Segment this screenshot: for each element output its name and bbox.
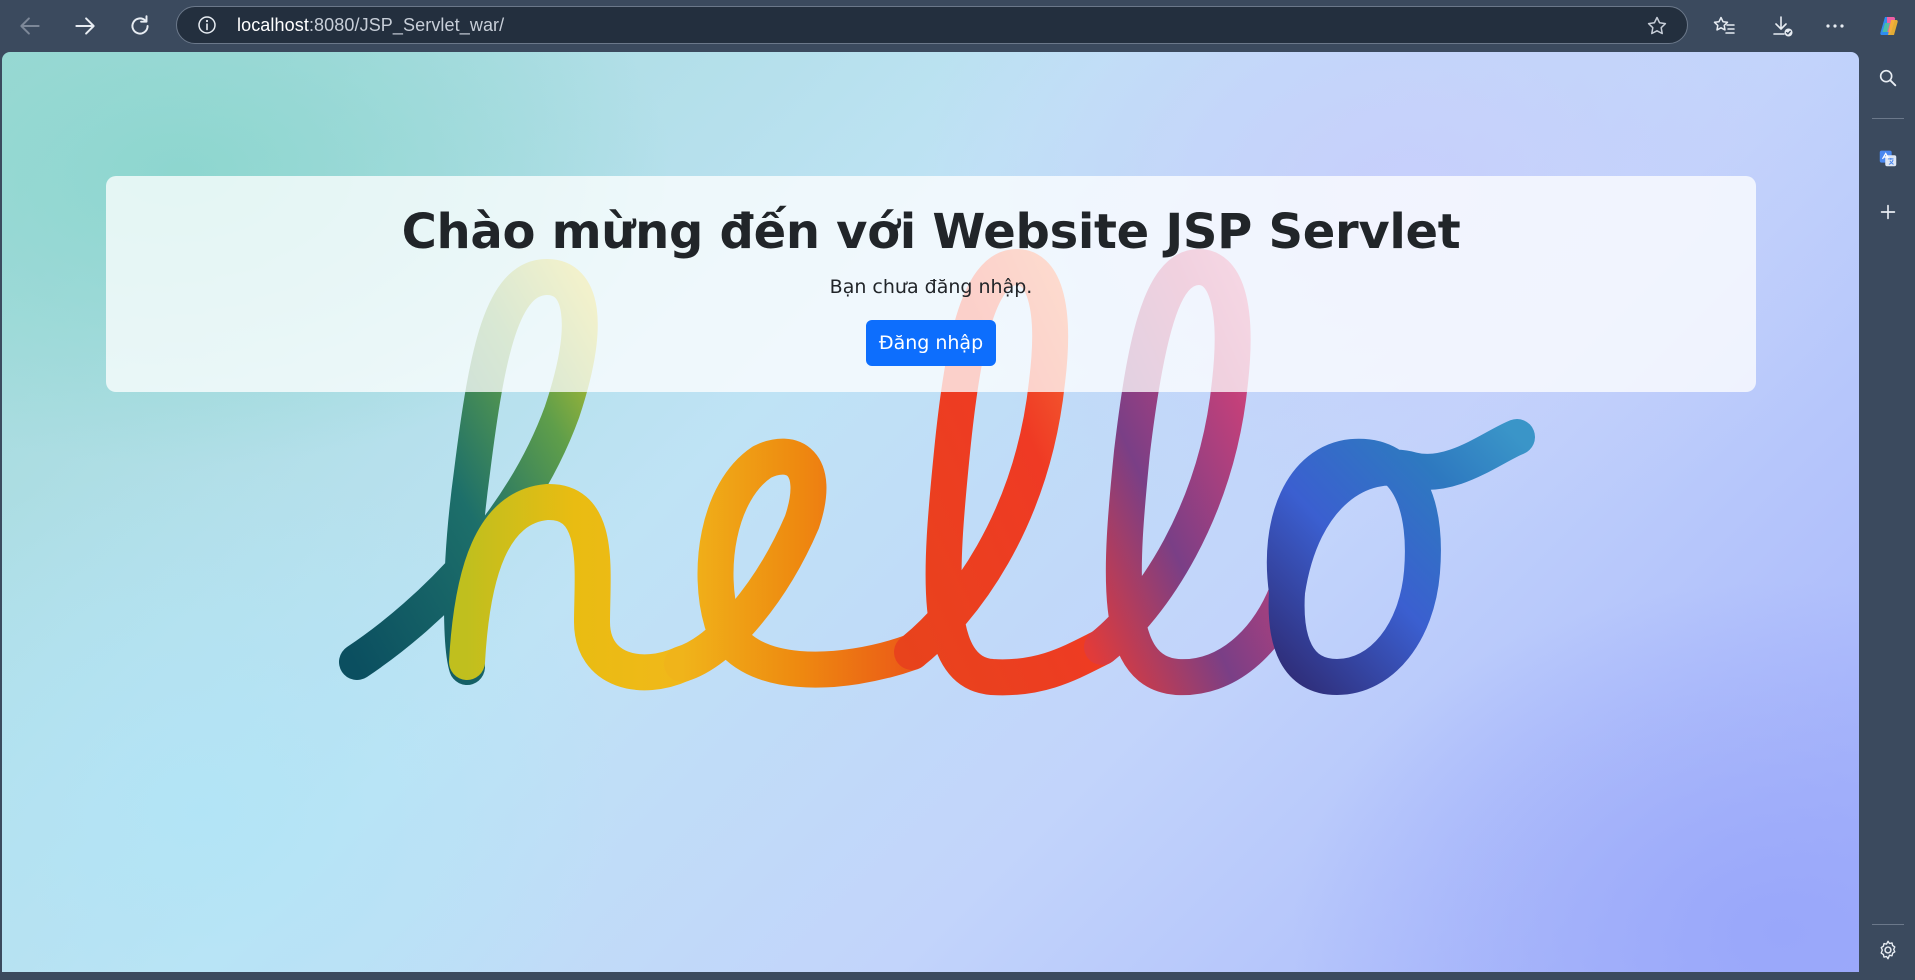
address-bar[interactable]: localhost:8080/JSP_Servlet_war/ [176, 6, 1688, 44]
sidebar-divider [1872, 118, 1904, 119]
sidebar-search-button[interactable] [1872, 62, 1904, 94]
sidebar-translate-button[interactable] [1872, 142, 1904, 174]
refresh-icon [131, 15, 149, 35]
sidebar-settings-button[interactable] [1872, 934, 1904, 966]
site-info-icon[interactable] [197, 15, 217, 35]
back-arrow-icon [20, 17, 40, 35]
sidebar-divider-bottom [1872, 924, 1904, 925]
forward-button[interactable] [65, 8, 105, 44]
favorite-star-icon[interactable] [1645, 14, 1669, 38]
more-options-icon [1826, 24, 1844, 28]
copilot-icon [1880, 17, 1898, 35]
back-button[interactable] [10, 8, 50, 44]
add-icon [1880, 204, 1896, 220]
url-path: :8080/JSP_Servlet_war/ [308, 15, 505, 35]
page-viewport: Chào mừng đến với Website JSP Servlet Bạ… [2, 52, 1859, 972]
url-host: localhost [237, 15, 309, 35]
welcome-card: Chào mừng đến với Website JSP Servlet Bạ… [106, 176, 1756, 392]
sidebar-add-button[interactable] [1872, 196, 1904, 228]
browser-sidebar [1860, 52, 1915, 980]
search-icon [1879, 69, 1897, 87]
favorites-icon [1713, 16, 1735, 34]
favorites-button[interactable] [1707, 10, 1741, 42]
translate-icon [1879, 150, 1897, 167]
forward-arrow-icon [75, 17, 95, 35]
downloads-button[interactable] [1765, 10, 1799, 42]
url-text[interactable]: localhost:8080/JSP_Servlet_war/ [237, 15, 504, 36]
downloads-icon [1773, 16, 1793, 37]
settings-gear-icon [1880, 940, 1896, 960]
copilot-button[interactable] [1872, 10, 1906, 42]
login-button[interactable]: Đăng nhập [866, 320, 996, 366]
refresh-button[interactable] [120, 8, 160, 44]
page-title: Chào mừng đến với Website JSP Servlet [401, 204, 1461, 260]
more-options-button[interactable] [1818, 10, 1852, 42]
browser-toolbar: localhost:8080/JSP_Servlet_war/ [0, 0, 1915, 52]
login-status-message: Bạn chưa đăng nhập. [829, 276, 1033, 298]
